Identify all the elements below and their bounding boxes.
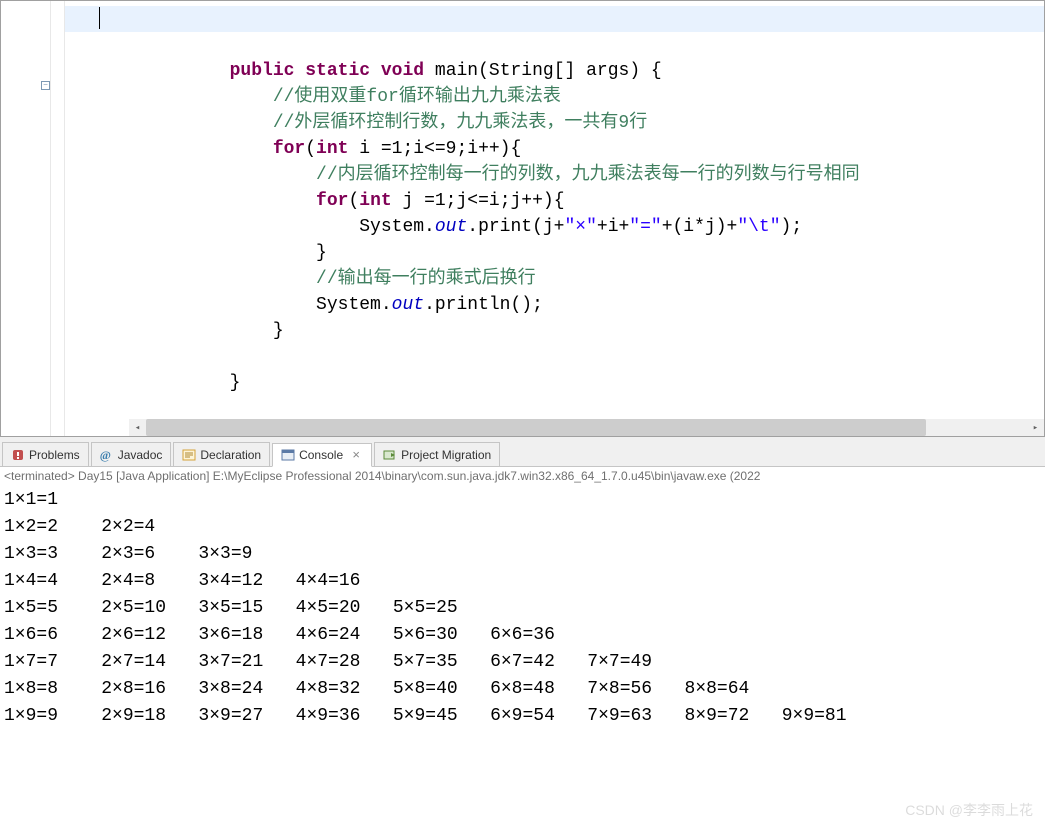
tab-declaration[interactable]: Declaration bbox=[173, 442, 270, 466]
editor-gutter: − bbox=[1, 1, 51, 436]
console-icon bbox=[281, 448, 295, 462]
scrollbar-track[interactable] bbox=[146, 419, 1027, 436]
code-line[interactable]: } bbox=[100, 370, 1044, 396]
code-line[interactable] bbox=[100, 344, 1044, 370]
tab-javadoc[interactable]: @ Javadoc bbox=[91, 442, 172, 466]
close-icon[interactable]: × bbox=[349, 448, 363, 462]
problems-icon bbox=[11, 448, 25, 462]
code-line[interactable]: public static void main(String[] args) { bbox=[100, 58, 1044, 84]
code-line[interactable]: for(int i =1;i<=9;i++){ bbox=[100, 136, 1044, 162]
code-line[interactable]: for(int j =1;j<=i;j++){ bbox=[100, 188, 1044, 214]
tab-console[interactable]: Console × bbox=[272, 443, 372, 467]
tab-label: Declaration bbox=[200, 448, 261, 462]
tab-label: Console bbox=[299, 448, 343, 462]
tab-label: Problems bbox=[29, 448, 80, 462]
editor-margin bbox=[51, 1, 65, 436]
code-line[interactable]: System.out.println(); bbox=[100, 292, 1044, 318]
tab-project-migration[interactable]: Project Migration bbox=[374, 442, 500, 466]
code-line[interactable]: //外层循环控制行数，九九乘法表，一共有9行 bbox=[100, 110, 1044, 136]
console-output[interactable]: 1×1=1 1×2=2 2×2=4 1×3=3 2×3=6 3×3=9 1×4=… bbox=[0, 485, 1045, 732]
horizontal-scrollbar[interactable]: ◂ ▸ bbox=[129, 419, 1044, 436]
javadoc-icon: @ bbox=[100, 448, 111, 462]
scrollbar-thumb[interactable] bbox=[146, 419, 926, 436]
views-tab-bar: Problems @ Javadoc Declaration Console × Proje… bbox=[0, 437, 1045, 467]
tab-label: Project Migration bbox=[401, 448, 491, 462]
console-view: <terminated> Day15 [Java Application] E:… bbox=[0, 467, 1045, 825]
code-line[interactable] bbox=[100, 6, 1044, 32]
code-line[interactable]: //输出每一行的乘式后换行 bbox=[100, 266, 1044, 292]
code-line[interactable]: System.out.print(j+"×"+i+"="+(i*j)+"\t")… bbox=[100, 214, 1044, 240]
code-line[interactable]: //使用双重for循环输出九九乘法表 bbox=[100, 84, 1044, 110]
declaration-icon bbox=[182, 448, 196, 462]
fold-marker-icon[interactable]: − bbox=[41, 81, 50, 90]
migration-icon bbox=[383, 448, 397, 462]
scroll-right-button[interactable]: ▸ bbox=[1027, 419, 1044, 436]
code-content[interactable]: public static void main(String[] args) {… bbox=[65, 1, 1044, 436]
watermark-text: CSDN @李李雨上花 bbox=[905, 800, 1033, 820]
code-line[interactable]: } bbox=[100, 318, 1044, 344]
tab-label: Javadoc bbox=[118, 448, 163, 462]
code-line[interactable]: //内层循环控制每一行的列数，九九乘法表每一行的列数与行号相同 bbox=[100, 162, 1044, 188]
code-editor-pane[interactable]: − public static void main(String[] args)… bbox=[0, 0, 1045, 437]
code-line[interactable]: } bbox=[100, 240, 1044, 266]
scroll-left-button[interactable]: ◂ bbox=[129, 419, 146, 436]
tab-problems[interactable]: Problems bbox=[2, 442, 89, 466]
code-line[interactable] bbox=[100, 32, 1044, 58]
console-process-header: <terminated> Day15 [Java Application] E:… bbox=[0, 467, 1045, 485]
